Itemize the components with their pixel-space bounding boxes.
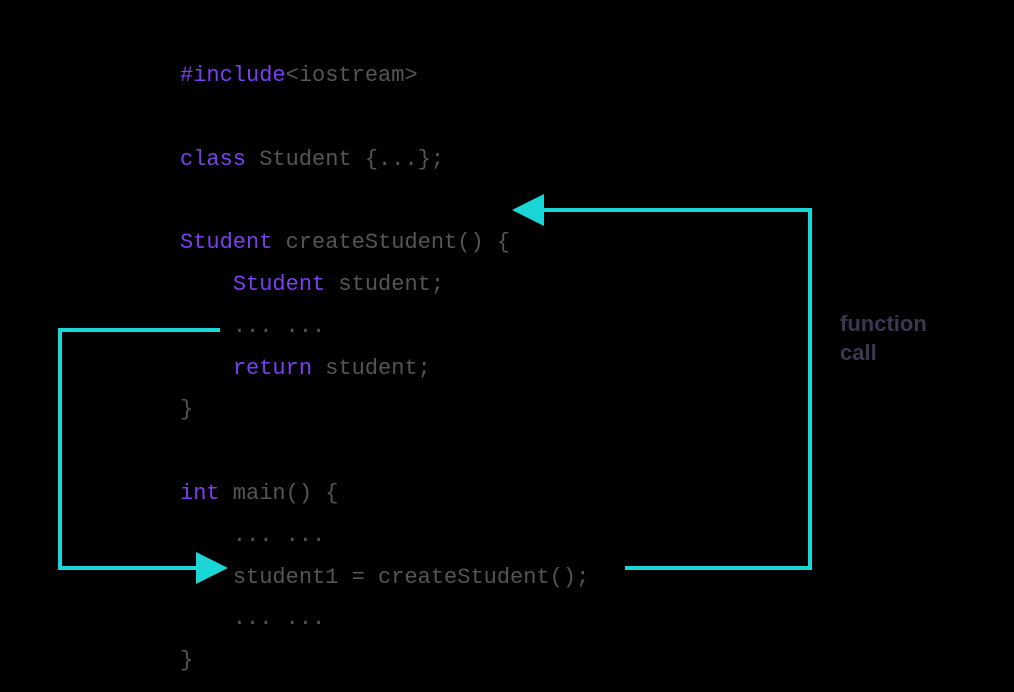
main-sig: main() { [220,481,339,506]
code-block: #include<iostream> class Student {...}; … [180,55,589,682]
include-directive: #include [180,63,286,88]
local-var: student; [325,272,444,297]
code-line-9: ... ... [180,523,325,548]
function-call-label: function call [840,310,927,367]
code-line-5: ... ... [180,314,325,339]
ellipsis: ... ... [233,606,325,631]
code-line-7: } [180,397,193,422]
class-decl: Student {...}; [246,147,444,172]
return-type: Student [180,230,272,255]
code-line-10: student1 = createStudent(); [180,565,589,590]
ellipsis: ... ... [233,523,325,548]
func-sig: createStudent() { [272,230,510,255]
code-line-6: return student; [180,356,431,381]
int-keyword: int [180,481,220,506]
close-brace: } [180,397,193,422]
diagram-container: #include<iostream> class Student {...}; … [0,0,1014,692]
return-expr: student; [312,356,431,381]
call-statement: student1 = createStudent(); [233,565,589,590]
code-line-4: Student student; [180,272,444,297]
code-line-8: int main() { [180,481,338,506]
close-brace: } [180,648,193,673]
code-line-11: ... ... [180,606,325,631]
return-keyword: return [233,356,312,381]
code-line-1: #include<iostream> [180,63,418,88]
header-name: <iostream> [286,63,418,88]
code-line-12: } [180,648,193,673]
local-type: Student [233,272,325,297]
annotation-line1: function [840,310,927,339]
annotation-line2: call [840,339,927,368]
ellipsis: ... ... [233,314,325,339]
class-keyword: class [180,147,246,172]
code-line-2: class Student {...}; [180,147,444,172]
code-line-3: Student createStudent() { [180,230,510,255]
